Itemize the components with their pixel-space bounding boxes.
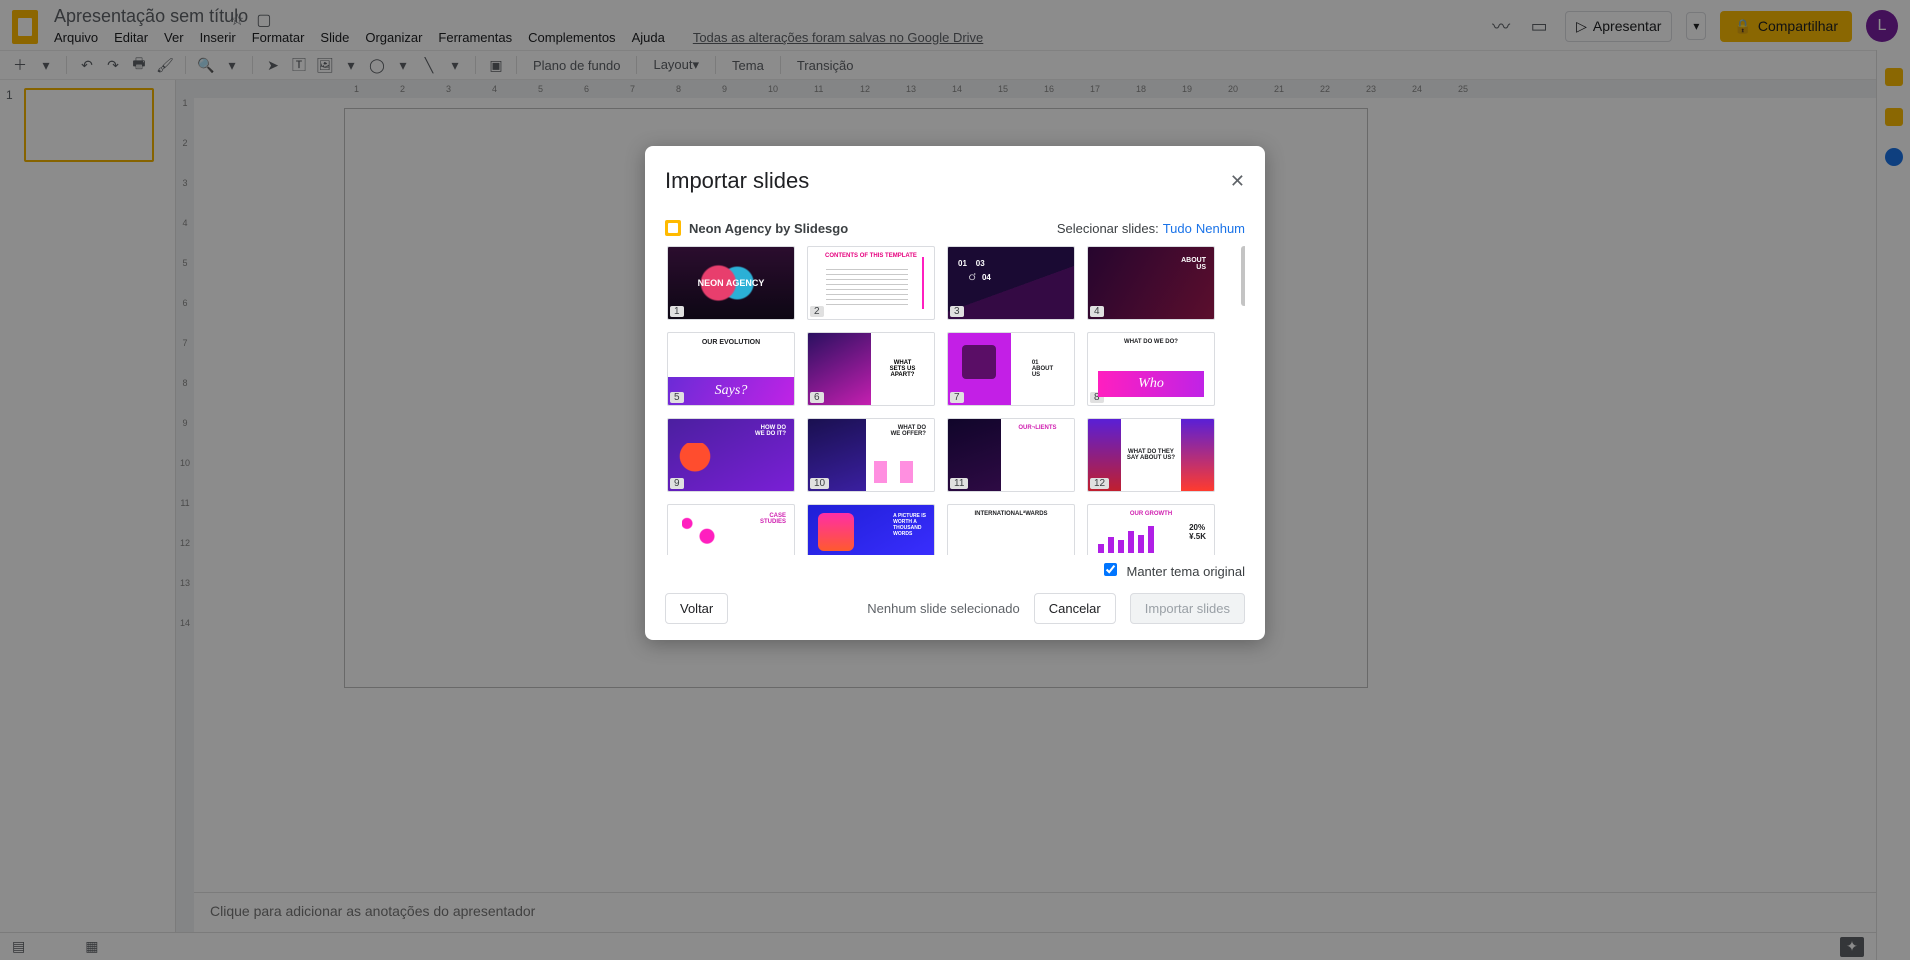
import-slide-thumb[interactable] bbox=[667, 504, 795, 555]
modal-overlay: Importar slides ✕ Neon Agency by Slidesg… bbox=[0, 0, 1910, 960]
slide-index: 12 bbox=[1090, 478, 1109, 489]
slide-index: 2 bbox=[810, 306, 824, 317]
close-icon[interactable]: ✕ bbox=[1230, 171, 1245, 192]
slide-index: 1 bbox=[670, 306, 684, 317]
import-slide-thumb[interactable]: 01ABOUTUS7 bbox=[947, 332, 1075, 406]
slide-index: 5 bbox=[670, 392, 684, 403]
select-slides-label: Selecionar slides: bbox=[1057, 221, 1159, 236]
import-slides-button[interactable]: Importar slides bbox=[1130, 593, 1245, 624]
slides-file-icon bbox=[665, 220, 681, 236]
import-slide-thumb[interactable] bbox=[807, 504, 935, 555]
import-slide-thumb[interactable]: 1 bbox=[667, 246, 795, 320]
slide-picker-grid: 1 2 3 4 Says?5 WHATSETS USAPART?6 01ABOU… bbox=[665, 244, 1245, 555]
import-slides-dialog: Importar slides ✕ Neon Agency by Slidesg… bbox=[645, 146, 1265, 640]
slide-index: 8 bbox=[1090, 392, 1104, 403]
slide-index: 3 bbox=[950, 306, 964, 317]
import-slide-thumb[interactable]: 2 bbox=[807, 246, 935, 320]
back-button[interactable]: Voltar bbox=[665, 593, 728, 624]
import-slide-thumb[interactable] bbox=[1087, 504, 1215, 555]
slide-index: 9 bbox=[670, 478, 684, 489]
import-slide-thumb[interactable]: Says?5 bbox=[667, 332, 795, 406]
keep-theme-label: Manter tema original bbox=[1127, 564, 1246, 579]
import-slide-thumb[interactable]: WHAT DO THEY SAY ABOUT US?12 bbox=[1087, 418, 1215, 492]
import-slide-thumb[interactable]: 10 bbox=[807, 418, 935, 492]
select-none-link[interactable]: Nenhum bbox=[1196, 221, 1245, 236]
cancel-button[interactable]: Cancelar bbox=[1034, 593, 1116, 624]
slide-index: 10 bbox=[810, 478, 829, 489]
keep-theme-input[interactable] bbox=[1104, 563, 1117, 576]
slide-index: 7 bbox=[950, 392, 964, 403]
slide-index: 11 bbox=[950, 478, 968, 489]
slide-picker-scroll[interactable]: 1 2 3 4 Says?5 WHATSETS USAPART?6 01ABOU… bbox=[665, 244, 1245, 555]
select-all-link[interactable]: Tudo bbox=[1163, 221, 1192, 236]
import-slide-thumb[interactable]: 3 bbox=[947, 246, 1075, 320]
import-slide-thumb[interactable]: WHATSETS USAPART?6 bbox=[807, 332, 935, 406]
import-slide-thumb[interactable]: 8 bbox=[1087, 332, 1215, 406]
slide-index: 4 bbox=[1090, 306, 1104, 317]
keep-theme-checkbox[interactable]: Manter tema original bbox=[1104, 563, 1245, 579]
slide-index: 6 bbox=[810, 392, 824, 403]
dialog-title: Importar slides bbox=[665, 168, 1230, 194]
scrollbar-thumb[interactable] bbox=[1241, 246, 1245, 306]
import-slide-thumb[interactable]: 4 bbox=[1087, 246, 1215, 320]
import-slide-thumb[interactable]: 11 bbox=[947, 418, 1075, 492]
selection-count: Nenhum slide selecionado bbox=[867, 601, 1019, 616]
import-slide-thumb[interactable] bbox=[947, 504, 1075, 555]
source-file-name: Neon Agency by Slidesgo bbox=[689, 221, 848, 236]
import-slide-thumb[interactable]: 9 bbox=[667, 418, 795, 492]
